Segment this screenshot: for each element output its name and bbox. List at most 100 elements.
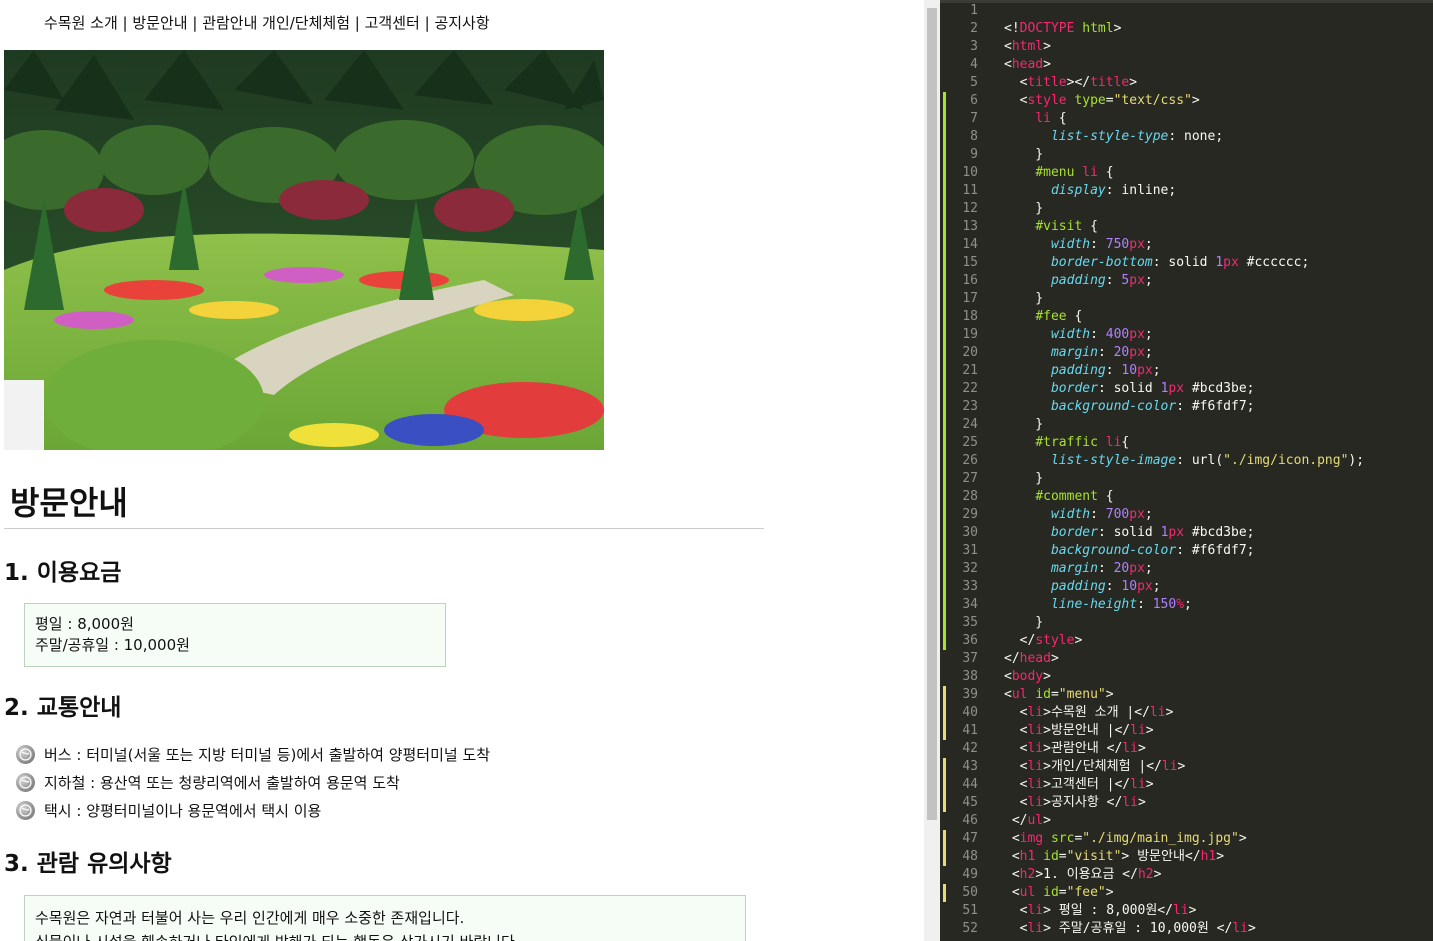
globe-bullet-icon (16, 801, 35, 820)
code-line[interactable]: 33 padding: 10px; (940, 578, 1433, 596)
code-line[interactable]: 42 <li>관람안내 </li> (940, 740, 1433, 758)
fee-weekday: 평일 : 8,000원 (35, 615, 134, 633)
code-line[interactable]: 29 width: 700px; (940, 506, 1433, 524)
code-line[interactable]: 2 <!DOCTYPE html> (940, 20, 1433, 38)
line-number: 3 (970, 39, 978, 54)
code-text: #fee { (1035, 309, 1083, 324)
code-line[interactable]: 25 #traffic li{ (940, 434, 1433, 452)
code-line[interactable]: 15 border-bottom: solid 1px #cccccc; (940, 254, 1433, 272)
code-text: </head> (1004, 651, 1059, 666)
browser-viewport: 수목원 소개 | 방문안내 | 관람안내 개인/단체체험 | 고객센터 | 공지… (0, 0, 924, 941)
code-line[interactable]: 4 <head> (940, 56, 1433, 74)
code-line[interactable]: 30 border: solid 1px #bcd3be; (940, 524, 1433, 542)
menu-item-intro[interactable]: 수목원 소개 | (44, 14, 128, 32)
code-line[interactable]: 27 } (940, 470, 1433, 488)
code-line[interactable]: 3 <html> (940, 38, 1433, 56)
code-line[interactable]: 21 padding: 10px; (940, 362, 1433, 380)
code-line[interactable]: 39 <ul id="menu"> (940, 686, 1433, 704)
code-text: <title></title> (1004, 75, 1138, 90)
line-number: 22 (962, 381, 978, 396)
code-text: border-bottom: solid 1px #cccccc; (1050, 255, 1310, 270)
code-line[interactable]: 35 } (940, 614, 1433, 632)
code-line[interactable]: 51 <li> 평일 : 8,000원</li> (940, 902, 1433, 920)
code-text: display: inline; (1050, 183, 1177, 198)
code-line[interactable]: 20 margin: 20px; (940, 344, 1433, 362)
code-line[interactable]: 38 <body> (940, 668, 1433, 686)
code-line[interactable]: 5 <title></title> (940, 74, 1433, 92)
code-line[interactable]: 31 background-color: #f6fdf7; (940, 542, 1433, 560)
code-text: <ul id="menu"> (1004, 687, 1114, 702)
code-editor[interactable]: 1 2 <!DOCTYPE html> 3 <html> 4 <head> 5 <title>… (940, 0, 1433, 941)
code-line[interactable]: 19 width: 400px; (940, 326, 1433, 344)
code-line[interactable]: 37 </head> (940, 650, 1433, 668)
code-line[interactable]: 9 } (940, 146, 1433, 164)
code-line[interactable]: 24 } (940, 416, 1433, 434)
code-line[interactable]: 26 list-style-image: url("./img/icon.png… (940, 452, 1433, 470)
fee-weekend: 주말/공휴일 : 10,000원 (35, 636, 190, 654)
code-line[interactable]: 16 padding: 5px; (940, 272, 1433, 290)
menu-item-support[interactable]: 고객센터 | (365, 14, 430, 32)
line-number: 27 (962, 471, 978, 486)
globe-bullet-icon (16, 773, 35, 792)
line-number: 33 (962, 579, 978, 594)
code-text: <h1 id="visit"> 방문안내</h1> (1004, 849, 1225, 864)
line-number: 43 (962, 759, 978, 774)
code-line[interactable]: 46 </ul> (940, 812, 1433, 830)
line-number: 19 (962, 327, 978, 342)
menu-item-visit[interactable]: 방문안내 | (132, 14, 197, 32)
comment-heading: 3. 관람 유의사항 (4, 851, 172, 877)
line-number: 12 (962, 201, 978, 216)
code-text: li { (1035, 111, 1067, 126)
line-number: 35 (962, 615, 978, 630)
line-number: 15 (962, 255, 978, 270)
code-line[interactable]: 40 <li>수목원 소개 |</li> (940, 704, 1433, 722)
code-line[interactable]: 49 <h2>1. 이용요금 </h2> (940, 866, 1433, 884)
code-text: #comment { (1035, 489, 1114, 504)
code-line[interactable]: 36 </style> (940, 632, 1433, 650)
code-line[interactable]: 50 <ul id="fee"> (940, 884, 1433, 902)
code-line[interactable]: 14 width: 750px; (940, 236, 1433, 254)
scrollbar-thumb[interactable] (927, 8, 937, 820)
code-line[interactable]: 22 border: solid 1px #bcd3be; (940, 380, 1433, 398)
traffic-item-taxi: 택시 : 양평터미널이나 용문역에서 택시 이용 (16, 800, 321, 821)
code-line[interactable]: 12 } (940, 200, 1433, 218)
code-line[interactable]: 34 line-height: 150%; (940, 596, 1433, 614)
line-number: 47 (962, 831, 978, 846)
code-line[interactable]: 17 } (940, 290, 1433, 308)
menu-item-notice[interactable]: 공지사항 (434, 14, 489, 32)
code-text: list-style-image: url("./img/icon.png"); (1050, 453, 1365, 468)
code-line[interactable]: 1 (940, 2, 1433, 20)
menu-item-guide[interactable]: 관람안내 개인/단체체험 | (202, 14, 360, 32)
code-line[interactable]: 47 <img src="./img/main_img.jpg"> (940, 830, 1433, 848)
code-line[interactable]: 41 <li>방문안내 |</li> (940, 722, 1433, 740)
line-number: 34 (962, 597, 978, 612)
code-line[interactable]: 23 background-color: #f6fdf7; (940, 398, 1433, 416)
code-line[interactable]: 48 <h1 id="visit"> 방문안내</h1> (940, 848, 1433, 866)
code-line[interactable]: 8 list-style-type: none; (940, 128, 1433, 146)
code-line[interactable]: 52 <li> 주말/공휴일 : 10,000원 </li> (940, 920, 1433, 938)
code-line[interactable]: 43 <li>개인/단체체험 |</li> (940, 758, 1433, 776)
code-line[interactable]: 7 li { (940, 110, 1433, 128)
line-number: 2 (970, 21, 978, 36)
line-number: 29 (962, 507, 978, 522)
code-line[interactable]: 13 #visit { (940, 218, 1433, 236)
code-line[interactable]: 18 #fee { (940, 308, 1433, 326)
line-number: 44 (962, 777, 978, 792)
globe-bullet-icon (16, 745, 35, 764)
code-text: <li> 주말/공휴일 : 10,000원 </li> (1004, 921, 1256, 936)
code-line[interactable]: 10 #menu li { (940, 164, 1433, 182)
line-number: 13 (962, 219, 978, 234)
line-number: 30 (962, 525, 978, 540)
line-number: 45 (962, 795, 978, 810)
code-line[interactable]: 44 <li>고객센터 |</li> (940, 776, 1433, 794)
code-line[interactable]: 45 <li>공지사항 </li> (940, 794, 1433, 812)
line-number: 32 (962, 561, 978, 576)
code-line[interactable]: 32 margin: 20px; (940, 560, 1433, 578)
code-line[interactable]: 11 display: inline; (940, 182, 1433, 200)
code-line[interactable]: 28 #comment { (940, 488, 1433, 506)
code-line[interactable]: 6 <style type="text/css"> (940, 92, 1433, 110)
code-text: margin: 20px; (1050, 345, 1153, 360)
code-text: padding: 10px; (1050, 363, 1161, 378)
code-text: </style> (1004, 633, 1083, 648)
page-title: 방문안내 (10, 484, 128, 522)
